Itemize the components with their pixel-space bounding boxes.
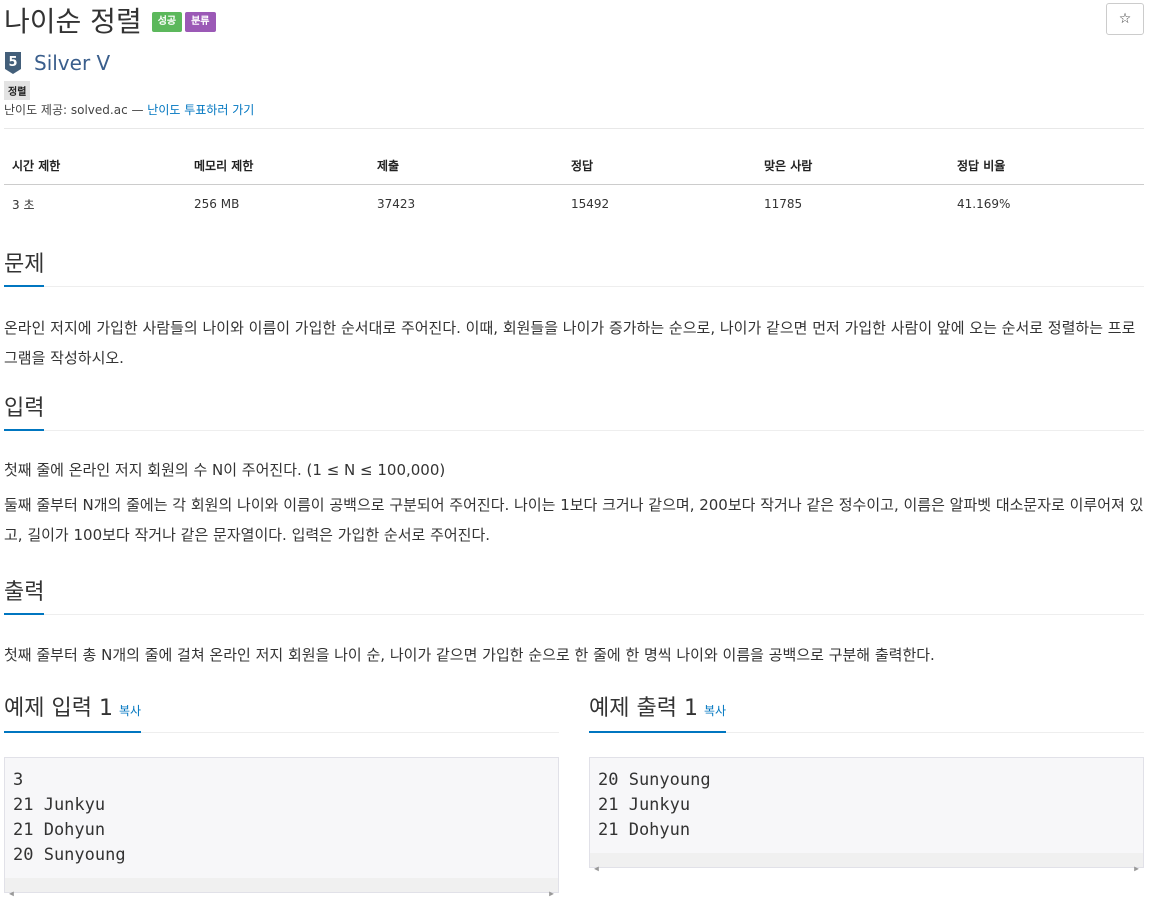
tier-number: 5 [8, 55, 17, 70]
input-section: 입력 첫째 줄에 온라인 저지 회원의 수 N이 주어진다. (1 ≤ N ≤ … [4, 395, 1144, 550]
sample-output-box[interactable]: 20 Sunyoung 21 Junkyu 21 Dohyun ◀ ▶ [589, 757, 1144, 873]
time-limit-value: 3 초 [12, 197, 35, 212]
info-value-row: 3 초 256 MB 37423 15492 11785 41.169% [4, 185, 1144, 224]
section-divider [4, 286, 1144, 287]
sample-input-content: 3 21 Junkyu 21 Dohyun 20 Sunyoung [13, 770, 126, 865]
memory-limit-header: 메모리 제한 [186, 146, 369, 185]
sample-input-heading: 예제 입력 1 복사 [4, 695, 142, 733]
problem-title: 나이순 정렬 [4, 5, 142, 38]
problem-info-table: 시간 제한 메모리 제한 제출 정답 맞은 사람 정답 비율 3 초 256 M… [4, 146, 1144, 223]
title-row: 나이순 정렬 성공 분류 [4, 2, 216, 42]
sample-input-box[interactable]: 3 21 Junkyu 21 Dohyun 20 Sunyoung ◀ ▶ [4, 757, 559, 898]
time-limit-header: 시간 제한 [4, 146, 186, 185]
description-text: 온라인 저지에 가입한 사람들의 나이와 이름이 가입한 순서대로 주어진다. … [4, 319, 1136, 367]
divider [4, 128, 1144, 129]
memory-limit-value: 256 MB [194, 197, 240, 211]
horizontal-scrollbar[interactable]: ◀ ▶ [5, 878, 558, 898]
output-heading: 출력 [4, 579, 45, 615]
scroll-right-icon[interactable]: ▶ [549, 881, 554, 906]
description-section: 문제 온라인 저지에 가입한 사람들의 나이와 이름이 가입한 순서대로 주어진… [4, 251, 1144, 373]
section-divider [4, 430, 1144, 431]
accepted-value[interactable]: 15492 [563, 185, 756, 224]
input-heading: 입력 [4, 395, 45, 431]
sample-input-title: 예제 입력 1 [4, 696, 113, 721]
scroll-left-icon[interactable]: ◀ [9, 881, 14, 906]
copy-sample-input-button[interactable]: 복사 [119, 704, 141, 718]
section-divider [4, 614, 1144, 615]
output-text: 첫째 줄부터 총 N개의 줄에 걸쳐 온라인 저지 회원을 나이 순, 나이가 … [4, 646, 935, 664]
tier-row: 5 Silver V [4, 51, 110, 75]
sample-output-heading: 예제 출력 1 복사 [589, 695, 727, 733]
star-button[interactable]: ☆ [1106, 3, 1144, 35]
horizontal-scrollbar[interactable]: ◀ ▶ [590, 853, 1143, 873]
solved-users-value[interactable]: 11785 [756, 185, 949, 224]
sample-input-panel: 예제 입력 1 복사 3 21 Junkyu 21 Dohyun 20 Sunyo… [4, 695, 559, 898]
difficulty-line: 난이도 제공: solved.ac — 난이도 투표하러 가기 [4, 101, 254, 118]
copy-sample-output-button[interactable]: 복사 [704, 704, 726, 718]
scroll-right-icon[interactable]: ▶ [1134, 856, 1139, 881]
input-text-2: 둘째 줄부터 N개의 줄에는 각 회원의 나이와 이름이 공백으로 구분되어 주… [4, 496, 1144, 544]
accepted-ratio-header: 정답 비율 [949, 146, 1144, 185]
difficulty-prefix: 난이도 제공: solved.ac — [4, 103, 148, 117]
sample-output-panel: 예제 출력 1 복사 20 Sunyoung 21 Junkyu 21 Dohyu… [589, 695, 1144, 873]
sample-output-content: 20 Sunyoung 21 Junkyu 21 Dohyun [598, 770, 711, 840]
output-section: 출력 첫째 줄부터 총 N개의 줄에 걸쳐 온라인 저지 회원을 나이 순, 나… [4, 579, 1144, 670]
classification-label[interactable]: 분류 [185, 12, 216, 32]
accepted-header: 정답 [563, 146, 756, 185]
sample-output-title: 예제 출력 1 [589, 696, 698, 721]
description-heading: 문제 [4, 251, 45, 287]
submissions-value[interactable]: 37423 [369, 185, 563, 224]
vote-difficulty-link[interactable]: 난이도 투표하러 가기 [147, 103, 254, 117]
input-text-1: 첫째 줄에 온라인 저지 회원의 수 N이 주어진다. (1 ≤ N ≤ 100… [4, 461, 446, 479]
tier-name[interactable]: Silver V [34, 51, 110, 75]
submissions-header: 제출 [369, 146, 563, 185]
success-label[interactable]: 성공 [151, 12, 183, 32]
solved-users-header: 맞은 사람 [756, 146, 949, 185]
info-header-row: 시간 제한 메모리 제한 제출 정답 맞은 사람 정답 비율 [4, 146, 1144, 185]
accepted-ratio-value: 41.169% [957, 197, 1011, 211]
scroll-left-icon[interactable]: ◀ [594, 856, 599, 881]
tier-badge-icon: 5 [5, 52, 21, 74]
algorithm-tag[interactable]: 정렬 [4, 81, 31, 100]
